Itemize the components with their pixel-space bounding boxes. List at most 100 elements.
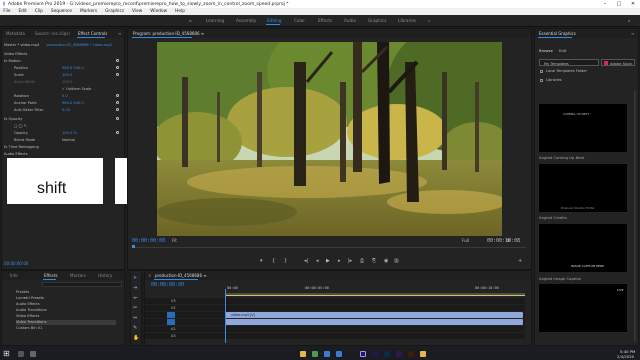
program-scrubber[interactable]	[132, 247, 526, 248]
effects-item-audio-effects[interactable]: Audio Effects	[16, 302, 40, 307]
workspace-audio[interactable]: Audio	[344, 18, 356, 23]
workspace-color[interactable]: Color	[294, 18, 305, 23]
effect-row-motion[interactable]: fx Motion	[4, 59, 122, 64]
track-label-v2[interactable]: V2	[171, 306, 176, 310]
essential-graphics-title[interactable]: Essential Graphics	[539, 31, 576, 36]
template-thumb-2[interactable]: IMAGE CAPTION HERE	[539, 224, 627, 272]
menu-window[interactable]: Window	[147, 8, 171, 15]
effects-search-input[interactable]	[42, 282, 122, 287]
workspace-graphics[interactable]: Graphics	[368, 18, 387, 23]
add-button-icon[interactable]: +	[518, 258, 522, 264]
workspace-assembly[interactable]: Assembly	[236, 18, 256, 23]
antiflicker-value[interactable]: 0.00	[62, 108, 70, 112]
photoshop-icon[interactable]	[384, 350, 390, 357]
program-timecode-left[interactable]: 00:00:00:00	[132, 238, 165, 244]
effect-controls-sequence-link[interactable]: production-ID_4568686 * video.mp4	[46, 43, 111, 47]
track-label-a3[interactable]: A3	[171, 334, 176, 338]
tab-program[interactable]: Program: production-ID_4568686 ≡	[133, 31, 204, 36]
workspace-home-icon[interactable]: ⌂	[189, 18, 192, 23]
edge-icon[interactable]	[324, 350, 330, 357]
taskbar-time[interactable]: 5:40 PM	[620, 349, 635, 354]
scale-value[interactable]: 100.0	[62, 73, 72, 77]
mask-tools-icons[interactable]: □ ◯ ✎	[14, 124, 27, 128]
effects-item-video-effects[interactable]: Video Effects	[16, 314, 39, 319]
menu-sequence[interactable]: Sequence	[48, 8, 76, 15]
work-area-bar[interactable]	[225, 295, 525, 296]
uniform-scale-checkbox[interactable]: ✓ Uniform Scale	[62, 87, 91, 91]
search-taskbar-icon[interactable]	[18, 350, 24, 357]
after-effects-icon[interactable]	[396, 350, 402, 357]
effect-row-time-remapping[interactable]: fx Time Remapping	[4, 145, 122, 150]
tab-history[interactable]: History	[98, 273, 112, 278]
effects-item-presets[interactable]: Presets	[16, 290, 29, 295]
reset-icon[interactable]	[116, 59, 119, 62]
menu-edit[interactable]: Edit	[15, 8, 30, 15]
search-icon[interactable]: ⌕	[628, 18, 630, 23]
track-label-a2[interactable]: A2	[171, 327, 176, 331]
comparison-view-icon[interactable]: ▥	[394, 258, 399, 264]
mark-out-icon[interactable]: {	[272, 258, 275, 264]
razor-tool-icon[interactable]: ✂	[133, 305, 137, 311]
pen-tool-icon[interactable]: ✎	[133, 325, 137, 331]
reset-icon[interactable]	[116, 117, 119, 120]
tab-browse[interactable]: Browse	[539, 48, 553, 53]
premiere-icon[interactable]	[360, 350, 366, 357]
template-thumb-0[interactable]: COMING UP NEXT	[539, 104, 627, 152]
tab-markers[interactable]: Markers	[70, 273, 86, 278]
menu-clip[interactable]: Clip	[31, 8, 46, 15]
keyframe-icon[interactable]	[116, 108, 119, 111]
local-templates-checkbox[interactable]	[540, 70, 543, 73]
tab-metadata[interactable]: Metadata	[6, 31, 25, 36]
step-forward-icon[interactable]: ▸	[338, 258, 341, 264]
effects-item-lumetri[interactable]: Lumetri Presets	[16, 296, 44, 301]
minimize-icon[interactable]: –	[598, 0, 612, 8]
file-explorer-icon[interactable]	[300, 350, 306, 357]
program-playhead[interactable]	[132, 245, 135, 248]
chrome-icon[interactable]	[312, 350, 318, 357]
workspace-libraries[interactable]: Libraries	[398, 18, 416, 23]
slip-tool-icon[interactable]: ⇔	[133, 315, 137, 321]
tab-effect-controls[interactable]: Effect Controls	[78, 31, 107, 36]
effect-row-opacity-group[interactable]: fx Opacity	[4, 117, 122, 122]
menu-graphics[interactable]: Graphics	[102, 8, 128, 15]
track-select-icon[interactable]: ⇥	[133, 285, 137, 291]
wrench-icon[interactable]: ⚙	[506, 238, 510, 244]
extract-icon[interactable]: ⎘	[372, 258, 376, 264]
selection-tool-icon[interactable]: ➤	[133, 275, 137, 281]
menu-markers[interactable]: Markers	[77, 8, 101, 15]
go-to-in-icon[interactable]: }	[284, 258, 287, 264]
menu-view[interactable]: View	[129, 8, 146, 15]
media-encoder-icon[interactable]	[372, 350, 378, 357]
lift-icon[interactable]: ⎙	[360, 258, 364, 264]
track-source-patch-v1[interactable]	[167, 312, 175, 318]
position-value[interactable]: 960.0 540.0	[62, 66, 84, 70]
taskview-icon[interactable]	[30, 350, 36, 357]
hand-tool-icon[interactable]: ✋	[133, 335, 139, 341]
quality-dropdown[interactable]: Full	[462, 238, 469, 243]
tab-edit[interactable]: Edit	[559, 48, 566, 53]
menu-file[interactable]: File	[0, 8, 14, 15]
play-icon[interactable]: ▶	[326, 258, 330, 264]
close-icon[interactable]: ✕	[626, 0, 640, 8]
windows-start-icon[interactable]: ⊞	[3, 349, 10, 358]
adobe-stock-button[interactable]: Adobe Stock	[601, 59, 635, 66]
keyframe-icon[interactable]	[116, 94, 119, 97]
panel-menu-icon[interactable]: ≡	[631, 31, 634, 36]
explorer-icon[interactable]	[420, 350, 426, 357]
effect-row-uniform-scale[interactable]: ✓ Uniform Scale	[4, 87, 122, 92]
blend-mode-select[interactable]: Normal	[62, 138, 75, 142]
keyframe-icon[interactable]	[116, 66, 119, 69]
timeline-close-icon[interactable]: ✕	[148, 273, 151, 278]
anchor-value[interactable]: 960.0 540.0	[62, 101, 84, 105]
rotation-value[interactable]: 0.0	[62, 94, 68, 98]
export-frame-icon[interactable]: ◉	[384, 258, 388, 264]
tab-source[interactable]: Source: (no clips)	[35, 31, 70, 36]
program-video-frame[interactable]	[157, 42, 502, 236]
mail-icon[interactable]	[336, 350, 342, 357]
workspace-learning[interactable]: Learning	[206, 18, 224, 23]
audio-clip[interactable]	[225, 319, 523, 325]
step-back-frame-icon[interactable]: ◂	[316, 258, 319, 264]
mark-in-icon[interactable]: ▾	[260, 258, 263, 264]
tab-info[interactable]: Info	[10, 273, 18, 278]
keyframe-icon[interactable]	[116, 101, 119, 104]
